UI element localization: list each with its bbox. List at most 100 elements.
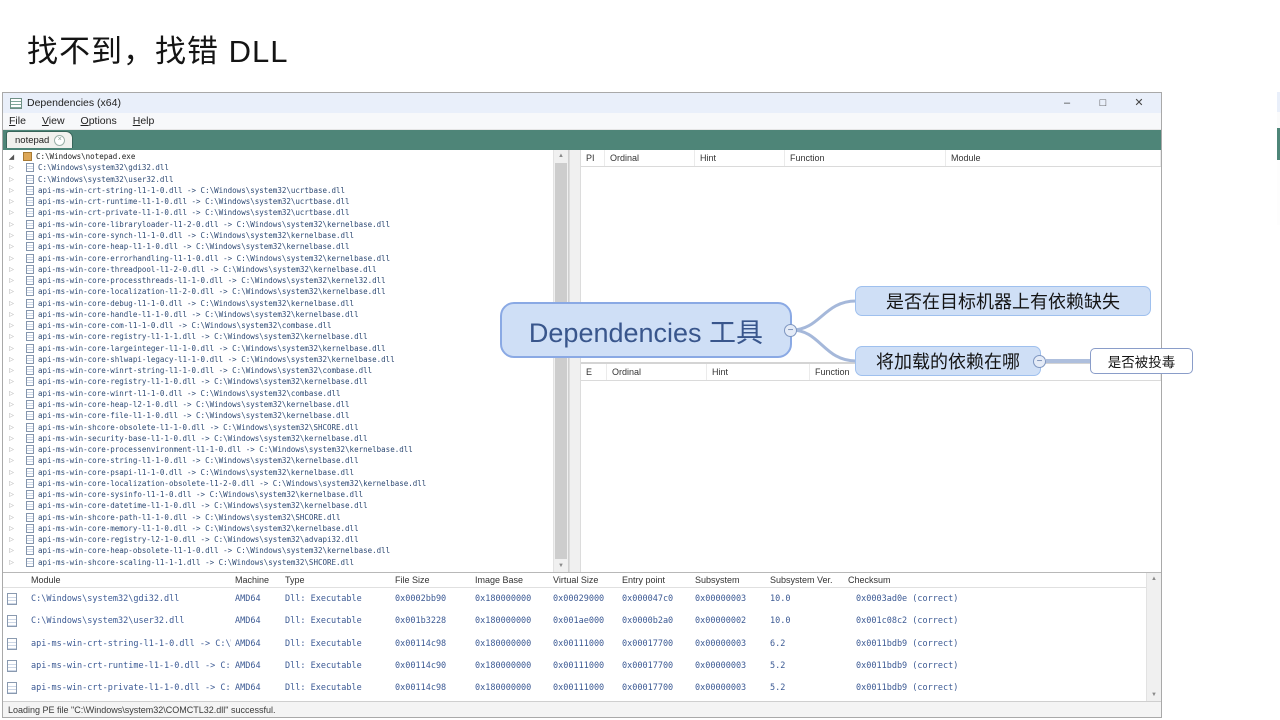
- tree-item[interactable]: ▷api-ms-win-core-heap-l2-1-0.dll -> C:\W…: [3, 399, 553, 410]
- table-row[interactable]: api-ms-win-crt-runtime-l1-1-0.dll -> C:\…: [3, 655, 1146, 677]
- scroll-down-icon[interactable]: ▼: [1147, 689, 1161, 701]
- tree-collapsed-icon[interactable]: ▷: [7, 311, 16, 318]
- tree-collapsed-icon[interactable]: ▷: [7, 457, 16, 464]
- tree-item[interactable]: ▷api-ms-win-shcore-scaling-l1-1-1.dll ->…: [3, 557, 553, 568]
- tree-collapsed-icon[interactable]: ▷: [7, 300, 16, 307]
- tree-collapsed-icon[interactable]: ▷: [7, 480, 16, 487]
- tree-collapsed-icon[interactable]: ▷: [7, 266, 16, 273]
- tree-collapsed-icon[interactable]: ▷: [7, 390, 16, 397]
- tree-collapsed-icon[interactable]: ▷: [7, 277, 16, 284]
- tree-collapsed-icon[interactable]: ▷: [7, 198, 16, 205]
- tab-notepad[interactable]: notepad ×: [6, 131, 73, 148]
- menu-help[interactable]: Help: [133, 115, 155, 127]
- column-header-ordinal[interactable]: Ordinal: [607, 364, 707, 380]
- tree-expanded-icon[interactable]: ◢: [7, 153, 16, 161]
- column-header-entry-point[interactable]: Entry point: [618, 575, 691, 585]
- minimize-button[interactable]: –: [1049, 94, 1085, 112]
- tree-item[interactable]: ▷api-ms-win-core-registry-l2-1-0.dll -> …: [3, 534, 553, 545]
- tree-item[interactable]: ▷C:\Windows\system32\gdi32.dll: [3, 162, 553, 173]
- tree-item[interactable]: ▷C:\Windows\system32\user32.dll: [3, 174, 553, 185]
- tree-collapsed-icon[interactable]: ▷: [7, 525, 16, 532]
- table-row[interactable]: api-ms-win-crt-private-l1-1-0.dll -> C:\…: [3, 677, 1146, 699]
- tree-item[interactable]: ▷api-ms-win-core-winrt-string-l1-1-0.dll…: [3, 365, 553, 376]
- tree-item[interactable]: ▷api-ms-win-shcore-obsolete-l1-1-0.dll -…: [3, 421, 553, 432]
- tree-collapsed-icon[interactable]: ▷: [7, 164, 16, 171]
- tree-collapsed-icon[interactable]: ▷: [7, 255, 16, 262]
- tree-item[interactable]: ▷api-ms-win-core-debug-l1-1-0.dll -> C:\…: [3, 297, 553, 308]
- tree-collapsed-icon[interactable]: ▷: [7, 514, 16, 521]
- tree-item[interactable]: ▷api-ms-win-core-sysinfo-l1-1-0.dll -> C…: [3, 489, 553, 500]
- tree-collapsed-icon[interactable]: ▷: [7, 243, 16, 250]
- tree-collapsed-icon[interactable]: ▷: [7, 536, 16, 543]
- tree-item[interactable]: ▷api-ms-win-crt-private-l1-1-0.dll -> C:…: [3, 207, 553, 218]
- mindmap-node-poisoned[interactable]: 是否被投毒: [1090, 348, 1193, 374]
- tree-item[interactable]: ▷api-ms-win-core-com-l1-1-0.dll -> C:\Wi…: [3, 320, 553, 331]
- collapse-icon[interactable]: −: [784, 324, 797, 337]
- column-header-virtual-size[interactable]: Virtual Size: [549, 575, 618, 585]
- tree-item[interactable]: ▷api-ms-win-core-heap-obsolete-l1-1-0.dl…: [3, 545, 553, 556]
- column-header-type[interactable]: Type: [281, 575, 391, 585]
- tree-item[interactable]: ▷api-ms-win-core-registry-l1-1-1.dll -> …: [3, 331, 553, 342]
- tree-item[interactable]: ▷api-ms-win-core-localization-obsolete-l…: [3, 478, 553, 489]
- tab-close-icon[interactable]: ×: [54, 135, 65, 146]
- tree-item[interactable]: ▷api-ms-win-core-localization-l1-2-0.dll…: [3, 286, 553, 297]
- modules-vertical-scrollbar[interactable]: ▲ ▼: [1146, 573, 1161, 701]
- tree-item[interactable]: ▷api-ms-win-core-string-l1-1-0.dll -> C:…: [3, 455, 553, 466]
- column-header-module[interactable]: Module: [946, 150, 1161, 166]
- column-header-function[interactable]: Function: [785, 150, 946, 166]
- column-header-checksum[interactable]: Checksum: [844, 575, 1146, 585]
- tree-collapsed-icon[interactable]: ▷: [7, 469, 16, 476]
- tree-item[interactable]: ▷api-ms-win-core-winrt-l1-1-0.dll -> C:\…: [3, 388, 553, 399]
- tree-item[interactable]: ▷api-ms-win-crt-runtime-l1-1-0.dll -> C:…: [3, 196, 553, 207]
- scroll-up-icon[interactable]: ▲: [554, 150, 568, 162]
- tree-item[interactable]: ▷api-ms-win-core-datetime-l1-1-0.dll -> …: [3, 500, 553, 511]
- tree-collapsed-icon[interactable]: ▷: [7, 412, 16, 419]
- scroll-up-icon[interactable]: ▲: [1147, 573, 1161, 585]
- mindmap-node-dependencies-tool[interactable]: Dependencies 工具: [500, 302, 792, 358]
- tree-collapsed-icon[interactable]: ▷: [7, 378, 16, 385]
- tree-item[interactable]: ▷api-ms-win-core-threadpool-l1-2-0.dll -…: [3, 264, 553, 275]
- tree-item[interactable]: ▷api-ms-win-core-synch-l1-1-0.dll -> C:\…: [3, 230, 553, 241]
- tree-item[interactable]: ▷api-ms-win-core-largeinteger-l1-1-0.dll…: [3, 343, 553, 354]
- tree-vertical-scrollbar[interactable]: ▲ ▼: [553, 150, 568, 572]
- tree-collapsed-icon[interactable]: ▷: [7, 547, 16, 554]
- column-header-pi[interactable]: PI: [581, 150, 605, 166]
- tree-collapsed-icon[interactable]: ▷: [7, 209, 16, 216]
- table-row[interactable]: api-ms-win-crt-string-l1-1-0.dll -> C:\W…: [3, 633, 1146, 655]
- tree-item[interactable]: ▷api-ms-win-core-processenvironment-l1-1…: [3, 444, 553, 455]
- tree-collapsed-icon[interactable]: ▷: [7, 367, 16, 374]
- column-header-module[interactable]: Module: [21, 575, 231, 585]
- tree-item[interactable]: ▷api-ms-win-core-psapi-l1-1-0.dll -> C:\…: [3, 466, 553, 477]
- table-row[interactable]: C:\Windows\system32\user32.dllAMD64Dll: …: [3, 610, 1146, 632]
- collapse-icon[interactable]: −: [1033, 355, 1046, 368]
- mindmap-node-where-loaded[interactable]: 将加载的依赖在哪: [855, 346, 1041, 376]
- maximize-button[interactable]: □: [1085, 94, 1121, 112]
- title-bar[interactable]: Dependencies (x64) – □ ✕: [3, 93, 1161, 113]
- tree-item[interactable]: ▷api-ms-win-shcore-path-l1-1-0.dll -> C:…: [3, 512, 553, 523]
- tree-collapsed-icon[interactable]: ▷: [7, 345, 16, 352]
- tree-collapsed-icon[interactable]: ▷: [7, 322, 16, 329]
- close-button[interactable]: ✕: [1121, 94, 1157, 112]
- tree-item[interactable]: ▷api-ms-win-core-errorhandling-l1-1-0.dl…: [3, 252, 553, 263]
- tree-collapsed-icon[interactable]: ▷: [7, 176, 16, 183]
- column-header-subsystem[interactable]: Subsystem: [691, 575, 766, 585]
- tree-collapsed-icon[interactable]: ▷: [7, 435, 16, 442]
- table-row[interactable]: api-ms-win-core-libraryloader-l1-2-0.dll…: [3, 699, 1146, 701]
- tree-collapsed-icon[interactable]: ▷: [7, 333, 16, 340]
- exports-list-body[interactable]: [581, 381, 1161, 572]
- tree-item[interactable]: ▷api-ms-win-security-base-l1-1-0.dll -> …: [3, 433, 553, 444]
- tree-collapsed-icon[interactable]: ▷: [7, 559, 16, 566]
- tree-item[interactable]: ▷api-ms-win-core-libraryloader-l1-2-0.dl…: [3, 219, 553, 230]
- menu-options[interactable]: Options: [81, 115, 117, 127]
- tree-collapsed-icon[interactable]: ▷: [7, 401, 16, 408]
- tree-item[interactable]: ▷api-ms-win-core-registry-l1-1-0.dll -> …: [3, 376, 553, 387]
- tree-collapsed-icon[interactable]: ▷: [7, 356, 16, 363]
- tree-collapsed-icon[interactable]: ▷: [7, 187, 16, 194]
- panel-splitter[interactable]: [569, 150, 581, 572]
- tree-collapsed-icon[interactable]: ▷: [7, 446, 16, 453]
- tree-collapsed-icon[interactable]: ▷: [7, 221, 16, 228]
- tree-collapsed-icon[interactable]: ▷: [7, 424, 16, 431]
- column-header-subsystem-ver-[interactable]: Subsystem Ver.: [766, 575, 844, 585]
- tree-item[interactable]: ▷api-ms-win-core-shlwapi-legacy-l1-1-0.d…: [3, 354, 553, 365]
- menu-view[interactable]: View: [42, 115, 65, 127]
